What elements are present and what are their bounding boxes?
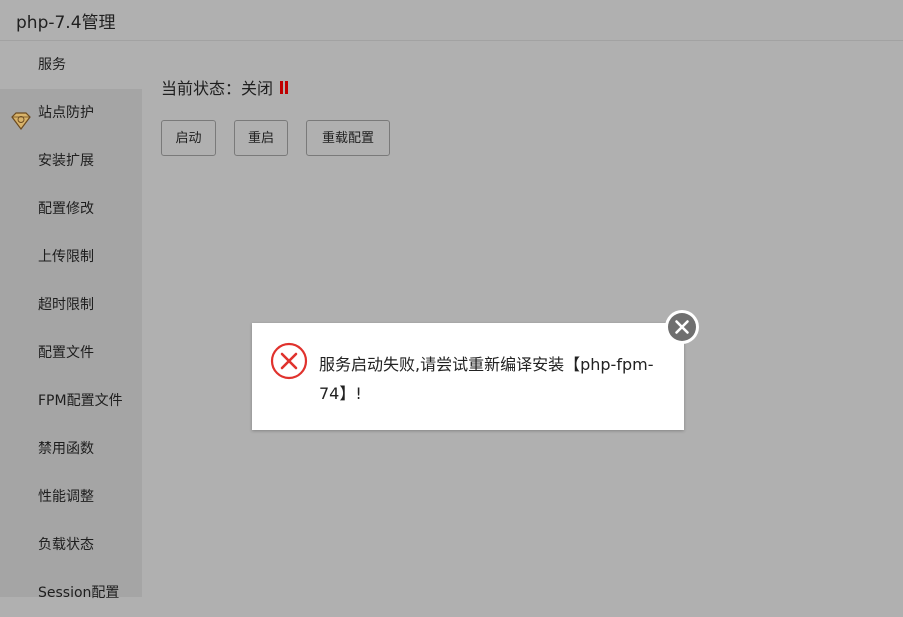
sidebar: 服务 站点防护 安装扩展 配置修改 上传限制 超时限制 配置文件 FPM配置文件… (0, 41, 142, 601)
sidebar-item-label: 配置文件 (38, 345, 94, 361)
dialog-message: 服务启动失败,请尝试重新编译安装【php-fpm-74】! (319, 355, 654, 403)
reload-config-button[interactable]: 重载配置 (306, 120, 390, 156)
status-value: 关闭 (241, 79, 274, 98)
sidebar-item-label: 安装扩展 (38, 153, 94, 169)
sidebar-item-install-extension[interactable]: 安装扩展 (0, 137, 142, 185)
window-title: php-7.4管理 (16, 13, 116, 33)
main-panel: 当前状态： 关闭 启动 重启 重载配置 (142, 41, 903, 597)
window-titlebar: php-7.4管理 (0, 0, 903, 41)
sidebar-item-label: 负载状态 (38, 537, 94, 553)
sidebar-item-timeout-limit[interactable]: 超时限制 (0, 281, 142, 329)
pause-icon (280, 80, 289, 94)
service-status: 当前状态： 关闭 (161, 75, 289, 99)
close-icon[interactable] (664, 309, 700, 345)
status-label: 当前状态： (161, 79, 242, 98)
sidebar-item-label: 服务 (38, 57, 66, 73)
sidebar-item-label: 上传限制 (38, 249, 94, 265)
restart-button[interactable]: 重启 (234, 120, 288, 156)
sidebar-item-session-config[interactable]: Session配置 (0, 569, 142, 617)
shield-badge-icon (10, 103, 32, 130)
sidebar-item-performance-tuning[interactable]: 性能调整 (0, 473, 142, 521)
sidebar-item-label: 超时限制 (38, 297, 94, 313)
sidebar-item-upload-limit[interactable]: 上传限制 (0, 233, 142, 281)
sidebar-item-load-status[interactable]: 负载状态 (0, 521, 142, 569)
sidebar-item-fpm-config-file[interactable]: FPM配置文件 (0, 377, 142, 425)
error-circle-icon (270, 342, 308, 380)
sidebar-item-config-file[interactable]: 配置文件 (0, 329, 142, 377)
sidebar-item-service[interactable]: 服务 (0, 41, 142, 89)
sidebar-item-label: Session配置 (38, 585, 120, 601)
sidebar-item-label: 配置修改 (38, 201, 94, 217)
sidebar-item-label: FPM配置文件 (38, 393, 123, 409)
sidebar-item-label: 性能调整 (38, 489, 94, 505)
sidebar-item-label: 站点防护 (38, 105, 94, 121)
sidebar-item-site-protection[interactable]: 站点防护 (0, 89, 142, 137)
sidebar-item-label: 禁用函数 (38, 441, 94, 457)
sidebar-item-config-modify[interactable]: 配置修改 (0, 185, 142, 233)
start-button[interactable]: 启动 (161, 120, 216, 156)
error-dialog: 服务启动失败,请尝试重新编译安装【php-fpm-74】! (252, 310, 699, 430)
sidebar-item-disabled-functions[interactable]: 禁用函数 (0, 425, 142, 473)
